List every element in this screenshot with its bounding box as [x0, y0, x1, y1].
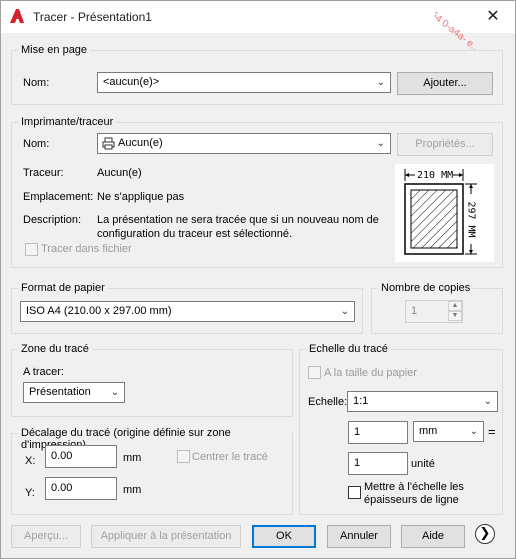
offset-y-input[interactable]: 0.00 [45, 477, 117, 500]
preview-width-label: 210 MM [417, 170, 454, 181]
location-label: Emplacement: [23, 191, 94, 203]
fit-to-paper-checkbox[interactable] [308, 366, 321, 379]
chevron-down-icon: ⌄ [376, 138, 385, 149]
scale-lineweights-line1: Mettre à l'échelle les [364, 481, 464, 493]
copies-spin-down[interactable]: ▼ [448, 311, 462, 321]
paper-size-title: Format de papier [18, 282, 108, 294]
what-to-plot-select[interactable]: Présentation ⌄ [23, 382, 125, 403]
paper-size-select[interactable]: ISO A4 (210.00 x 297.00 mm) ⌄ [20, 301, 355, 322]
more-options-button[interactable]: ❯ [475, 524, 495, 544]
chevron-down-icon: ⌄ [376, 77, 385, 88]
chevron-down-icon: ⌄ [340, 306, 349, 317]
preview-button[interactable]: Aperçu... [11, 525, 81, 548]
scale-select[interactable]: 1:1 ⌄ [347, 391, 498, 412]
autocad-logo-icon [10, 9, 24, 23]
plot-area-title: Zone du tracé [18, 343, 92, 355]
printer-title: Imprimante/traceur [18, 116, 117, 128]
scale-unit-label: unité [411, 458, 435, 470]
page-setup-name-label: Nom: [23, 77, 50, 89]
offset-y-unit: mm [123, 484, 142, 496]
plot-to-file-label: Tracer dans fichier [41, 243, 132, 255]
offset-y-label: Y: [25, 487, 35, 499]
window-title: Tracer - Présentation1 [33, 10, 152, 24]
description-line2: configuration du traceur est sélectionné… [97, 228, 293, 240]
close-button[interactable]: ✕ [471, 1, 515, 33]
scale-value2-input[interactable]: 1 [348, 452, 408, 475]
preview-height-label: 297 MM [465, 201, 477, 238]
center-plot-checkbox[interactable] [177, 450, 190, 463]
chevron-down-icon: ⌄ [110, 387, 119, 398]
scale-value1-input[interactable]: 1 [348, 421, 408, 444]
location-value: Ne s'applique pas [97, 191, 185, 203]
printer-name-select[interactable]: Aucun(e) ⌄ [97, 133, 391, 154]
copies-title: Nombre de copies [378, 282, 474, 294]
help-button[interactable]: Aide [401, 525, 465, 548]
add-page-setup-button[interactable]: Ajouter... [397, 72, 493, 95]
what-to-plot-label: A tracer: [23, 366, 64, 378]
page-setup-title: Mise en page [18, 44, 91, 56]
apply-to-layout-button[interactable]: Appliquer à la présentation [91, 525, 241, 548]
offset-x-unit: mm [123, 452, 142, 464]
ok-button[interactable]: OK [252, 525, 316, 548]
paper-preview: 210 MM 297 MM [395, 164, 494, 262]
plot-to-file-checkbox[interactable] [25, 243, 38, 256]
chevron-down-icon: ⌄ [469, 426, 478, 437]
offset-x-label: X: [25, 455, 36, 467]
scale-equals: = [488, 424, 496, 439]
plot-scale-title: Echelle du tracé [306, 343, 391, 355]
scale-label: Echelle: [308, 396, 348, 408]
cancel-button[interactable]: Annuler [327, 525, 391, 548]
description-line1: La présentation ne sera tracée que si un… [97, 214, 379, 226]
offset-x-input[interactable]: 0.00 [45, 445, 117, 468]
plotter-label: Traceur: [23, 167, 64, 179]
scale-unit-select[interactable]: mm ⌄ [413, 421, 484, 442]
scale-lineweights-checkbox[interactable] [348, 486, 361, 499]
scale-lineweights-line2: épaisseurs de ligne [364, 494, 459, 506]
center-plot-label: Centrer le tracé [192, 451, 268, 463]
printer-properties-button[interactable]: Propriétés... [397, 133, 493, 156]
plotter-value: Aucun(e) [97, 167, 142, 179]
chevron-down-icon: ⌄ [483, 396, 492, 407]
page-setup-name-select[interactable]: <aucun(e)> ⌄ [97, 72, 391, 93]
copies-spin-up[interactable]: ▲ [448, 301, 462, 311]
printer-name-label: Nom: [23, 138, 50, 150]
description-label: Description: [23, 214, 82, 226]
title-bar: Tracer - Présentation1 c3a-1c60a43e 8 - … [1, 1, 515, 51]
printer-icon [102, 137, 115, 150]
plot-dialog: Tracer - Présentation1 c3a-1c60a43e 8 - … [0, 0, 516, 559]
fit-to-paper-label: A la taille du papier [324, 367, 417, 379]
